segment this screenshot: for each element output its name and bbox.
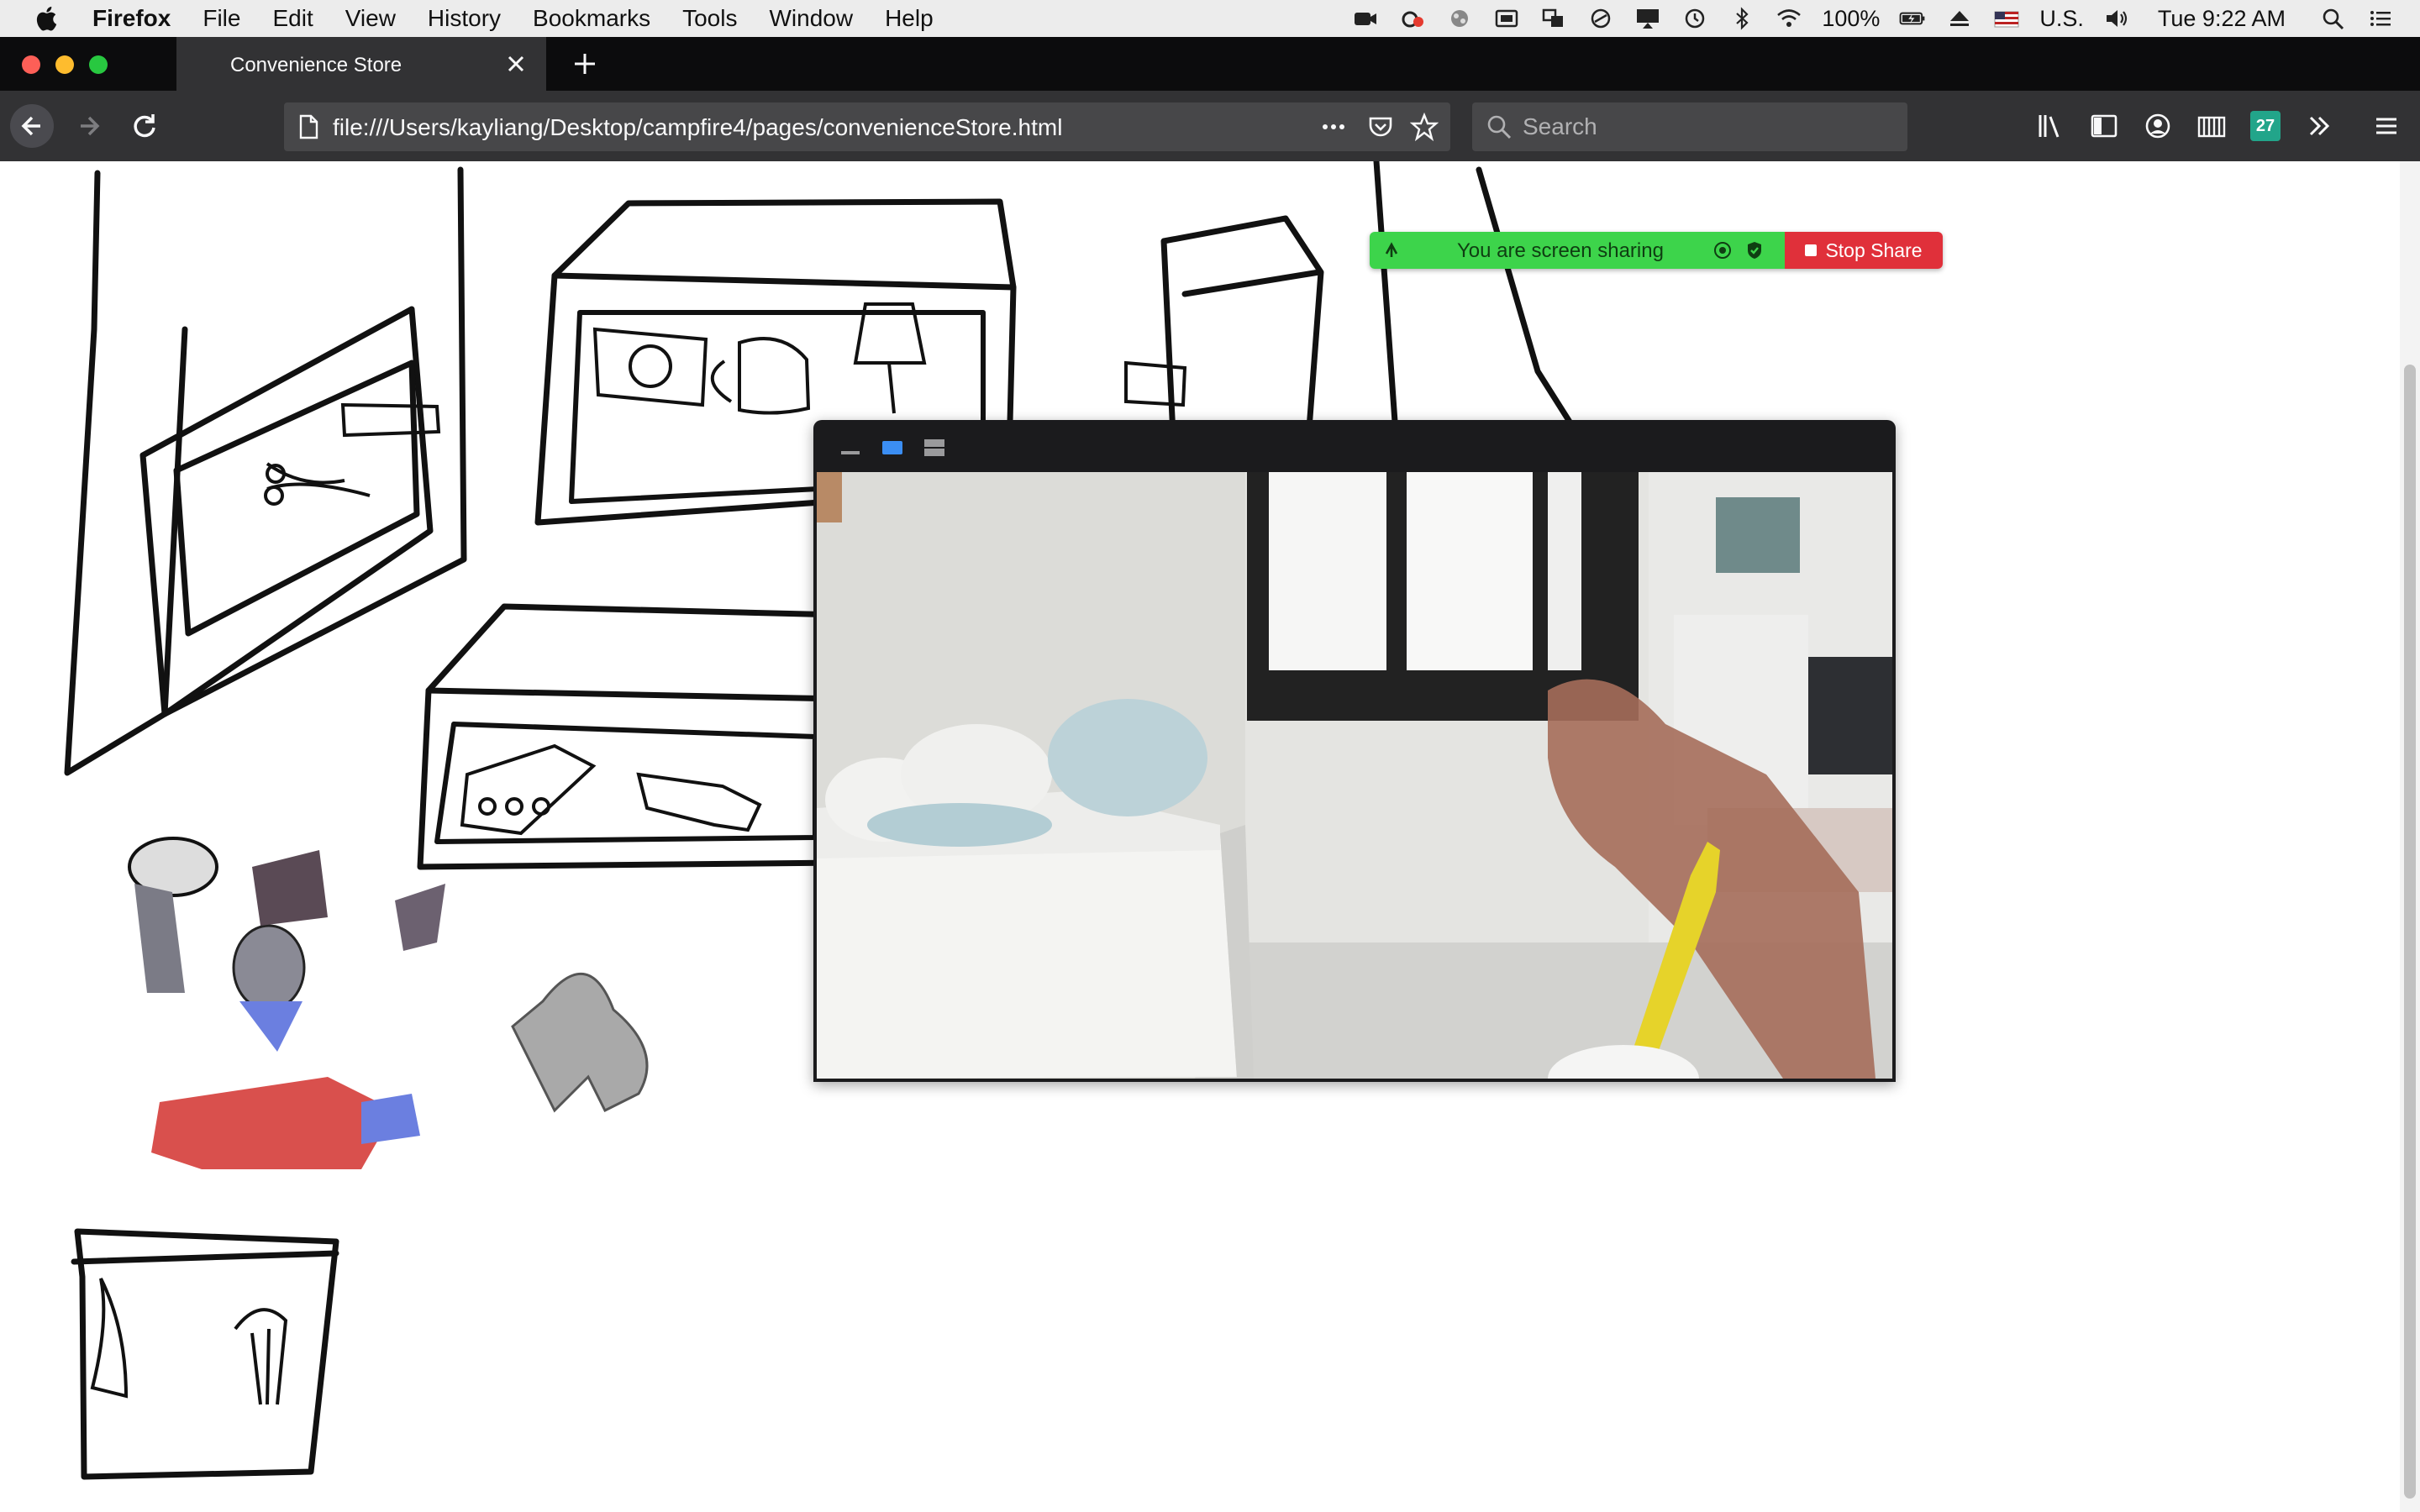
extension-bars-button[interactable] xyxy=(2196,111,2227,141)
search-placeholder: Search xyxy=(1523,113,1597,139)
tab-convenience-store[interactable]: Convenience Store xyxy=(176,37,546,91)
address-bar[interactable]: file:///Users/kayliang/Desktop/campfire4… xyxy=(284,102,1450,151)
window-zoom-button[interactable] xyxy=(89,55,108,74)
page-icon xyxy=(299,114,318,139)
reload-icon xyxy=(134,114,155,138)
macos-menu-bar: Firefox File Edit View History Bookmarks… xyxy=(0,0,2420,38)
account-button[interactable] xyxy=(2143,111,2173,141)
airplay-display-icon[interactable] xyxy=(1634,7,1662,30)
notification-center-icon[interactable] xyxy=(2366,7,2395,30)
stop-share-label: Stop Share xyxy=(1825,239,1923,261)
input-source-label[interactable]: U.S. xyxy=(2039,6,2084,32)
menu-edit[interactable]: Edit xyxy=(272,5,313,32)
extension-calendar-button[interactable]: 27 xyxy=(2250,111,2281,141)
creative-cloud-icon[interactable] xyxy=(1398,7,1427,30)
window-minimize-button[interactable] xyxy=(55,55,74,74)
bars-extension-icon xyxy=(2197,116,2226,138)
library-button[interactable] xyxy=(2035,111,2065,141)
menu-bookmarks[interactable]: Bookmarks xyxy=(533,5,650,32)
menu-history[interactable]: History xyxy=(428,5,501,32)
gallery-view-icon[interactable] xyxy=(923,438,946,458)
apple-menu-icon[interactable] xyxy=(34,4,62,33)
back-button[interactable] xyxy=(10,104,54,148)
us-flag-icon[interactable] xyxy=(1992,7,2021,30)
page-actions-icon[interactable] xyxy=(1319,113,1348,141)
zoom-camera-icon[interactable] xyxy=(1351,7,1380,30)
browser-tab-strip: Convenience Store xyxy=(0,37,2420,91)
sync-circle-icon[interactable] xyxy=(1586,7,1615,30)
menu-bar-status-area: 100% U.S. Tue 9:22 AM xyxy=(1351,0,2395,37)
account-icon xyxy=(2145,113,2170,139)
sidebar-icon xyxy=(2091,114,2118,138)
webcam-video-feed xyxy=(817,472,1892,1079)
window-close-button[interactable] xyxy=(22,55,40,74)
spotlight-search-icon[interactable] xyxy=(2319,7,2348,30)
share-status-indicator-icon[interactable] xyxy=(1712,240,1733,260)
menu-tools[interactable]: Tools xyxy=(682,5,737,32)
bluetooth-icon[interactable] xyxy=(1728,7,1756,30)
share-status-area[interactable]: You are screen sharing xyxy=(1370,232,1785,269)
tab-title: Convenience Store xyxy=(230,54,402,76)
calendar-badge: 27 xyxy=(2255,117,2275,135)
url-text[interactable]: file:///Users/kayliang/Desktop/campfire4… xyxy=(333,114,1062,141)
tab-close-icon[interactable] xyxy=(499,47,533,81)
window-switch-icon[interactable] xyxy=(1539,7,1568,30)
stop-square-icon xyxy=(1805,244,1818,256)
wifi-icon[interactable] xyxy=(1775,7,1803,30)
library-icon xyxy=(2039,115,2060,138)
speaker-view-icon[interactable] xyxy=(881,438,904,458)
arrow-right-icon xyxy=(81,116,100,136)
screen-share-bar: You are screen sharing Stop Share xyxy=(1370,232,1943,269)
eject-icon[interactable] xyxy=(1945,7,1974,30)
share-status-text: You are screen sharing xyxy=(1457,239,1664,262)
search-icon xyxy=(1487,115,1512,139)
overflow-menu-button[interactable] xyxy=(2304,111,2334,141)
menu-help[interactable]: Help xyxy=(885,5,934,32)
page-scrollbar-thumb[interactable] xyxy=(2404,365,2416,1499)
hamburger-icon xyxy=(2376,118,2396,134)
stop-share-button[interactable]: Stop Share xyxy=(1785,232,1943,269)
sidebar-button[interactable] xyxy=(2089,111,2119,141)
battery-percentage: 100% xyxy=(1822,5,1881,31)
hamburger-menu-button[interactable] xyxy=(2371,111,2402,141)
arrow-left-icon xyxy=(21,116,40,136)
new-tab-icon[interactable] xyxy=(568,47,602,81)
video-panel-toolbar xyxy=(839,435,946,460)
search-field[interactable]: Search xyxy=(1472,102,1907,151)
time-machine-icon[interactable] xyxy=(1681,7,1709,30)
colorful-ball-icon[interactable] xyxy=(1445,7,1474,30)
bedroom-video-frame xyxy=(817,472,1892,1079)
battery-charging-icon[interactable] xyxy=(1898,7,1927,30)
menu-file[interactable]: File xyxy=(203,5,240,32)
pocket-icon[interactable] xyxy=(1366,113,1395,141)
share-shield-icon[interactable] xyxy=(1744,240,1765,260)
volume-icon[interactable] xyxy=(2102,7,2131,30)
minimize-video-icon[interactable] xyxy=(839,438,862,458)
menu-bar-clock[interactable]: Tue 9:22 AM xyxy=(2158,6,2286,32)
chevron-double-right-icon xyxy=(2309,116,2330,136)
menu-app-name[interactable]: Firefox xyxy=(92,5,171,32)
video-preview-panel[interactable] xyxy=(813,420,1896,1082)
forward-button[interactable] xyxy=(67,104,111,148)
reload-button[interactable] xyxy=(123,104,166,148)
browser-nav-toolbar: file:///Users/kayliang/Desktop/campfire4… xyxy=(0,91,2420,163)
screen-record-icon[interactable] xyxy=(1492,7,1521,30)
bookmark-star-icon[interactable] xyxy=(1410,113,1439,141)
menu-window[interactable]: Window xyxy=(769,5,853,32)
menu-view[interactable]: View xyxy=(345,5,396,32)
drag-handle-icon[interactable] xyxy=(1381,240,1402,260)
